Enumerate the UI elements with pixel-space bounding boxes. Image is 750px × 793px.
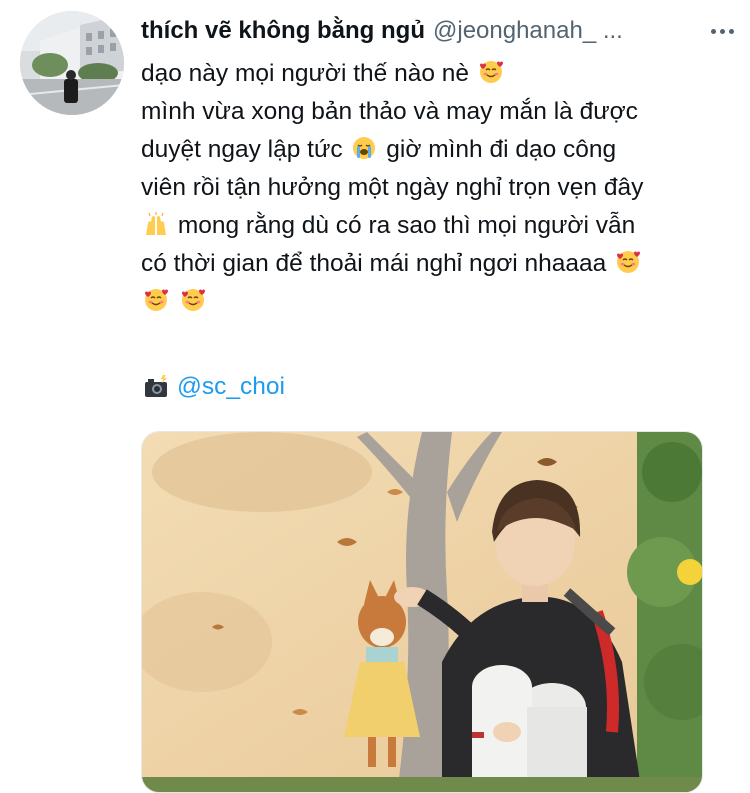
tweet-header: thích vẽ không bằng ngủ @jeonghanah_ ... — [141, 14, 736, 48]
user-handle[interactable]: @jeonghanah_ ... — [433, 17, 623, 45]
tweet-line: viên rồi tận hưởng một ngày nghỉ trọn vẹ… — [141, 169, 711, 207]
tweet-line-text: duyệt ngay lập tức — [141, 136, 343, 163]
tweet-line: mong rằng dù có ra sao thì mọi người vẫn — [141, 207, 711, 245]
photo-credit: @sc_choi — [141, 370, 285, 404]
smiling-face-with-hearts-emoji-icon — [181, 289, 205, 311]
tweet-photo[interactable] — [141, 431, 703, 793]
tweet-line-text: viên rồi tận hưởng một ngày nghỉ trọn vẹ… — [141, 174, 644, 201]
tweet-line: dạo này mọi người thế nào nè — [141, 55, 711, 93]
display-name[interactable]: thích vẽ không bằng ngủ — [141, 17, 425, 45]
tweet-line-text: mình vừa xong bản thảo và may mắn là đượ… — [141, 98, 638, 125]
tweet-line: có thời gian để thoải mái nghỉ ngơi nhaa… — [141, 245, 711, 283]
smiling-face-with-hearts-emoji-icon — [479, 61, 503, 83]
more-horizontal-icon[interactable] — [709, 25, 736, 38]
loudly-crying-face-emoji-icon — [353, 137, 376, 159]
raising-hands-emoji-icon — [146, 212, 166, 235]
smiling-face-with-hearts-emoji-icon — [145, 289, 168, 311]
tweet-line-text: giờ mình đi dạo công — [386, 136, 617, 163]
tweet-line: duyệt ngay lập tức giờ mình đi dạo công — [141, 131, 711, 169]
tweet-line-text: có thời gian để thoải mái nghỉ ngơi nhaa… — [141, 250, 607, 277]
tweet-line: mình vừa xong bản thảo và may mắn là đượ… — [141, 93, 711, 131]
tweet-line-text: dạo này mọi người thế nào nè — [141, 60, 470, 87]
smiling-face-with-hearts-emoji-icon — [617, 251, 641, 273]
tweet-text: dạo này mọi người thế nào nè mình vừa xo… — [141, 55, 711, 321]
mention-link[interactable]: @sc_choi — [177, 370, 285, 404]
tweet-line — [141, 283, 711, 321]
camera-with-flash-emoji-icon — [145, 375, 167, 397]
avatar[interactable] — [20, 11, 124, 115]
tweet-line-text: mong rằng dù có ra sao thì mọi người vẫn — [177, 212, 636, 239]
